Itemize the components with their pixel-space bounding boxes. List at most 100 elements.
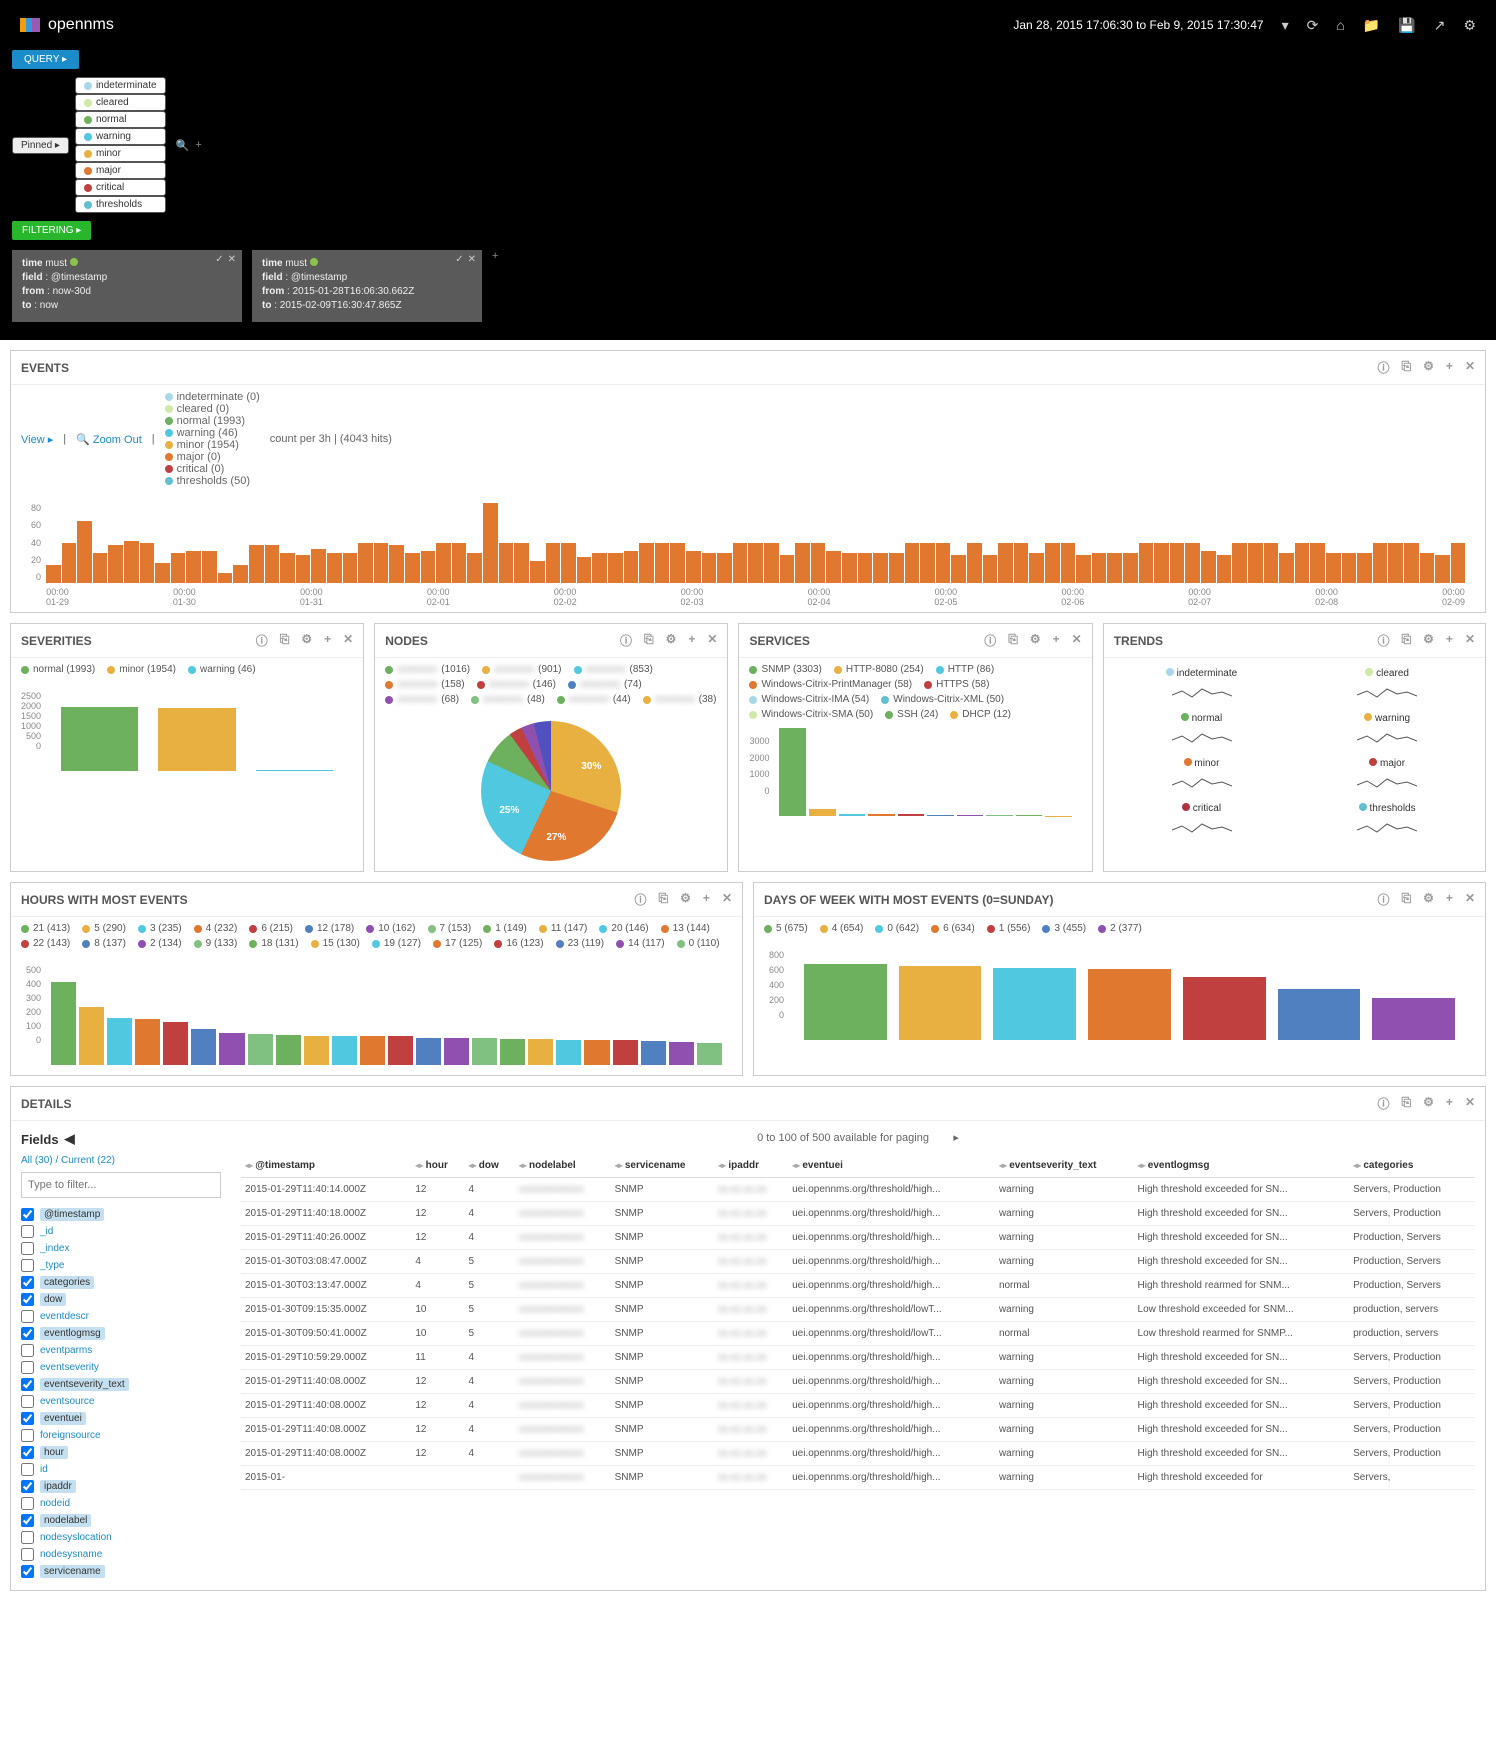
legend-item[interactable]: 1 (556) xyxy=(987,923,1031,934)
severity-pill-critical[interactable]: critical xyxy=(75,179,166,196)
legend-item[interactable]: Windows-Citrix-XML (50) xyxy=(881,694,1004,705)
close-icon[interactable]: ✕ xyxy=(722,891,732,908)
pinned-button[interactable]: Pinned ▸ xyxy=(12,137,69,154)
legend-item[interactable]: 1 (149) xyxy=(483,923,527,934)
info-icon[interactable]: ⓘ xyxy=(1378,632,1390,649)
field-item-nodesyslocation[interactable]: nodesyslocation xyxy=(21,1529,221,1546)
copy-icon[interactable]: ⎘ xyxy=(1402,359,1412,376)
time-range[interactable]: Jan 28, 2015 17:06:30 to Feb 9, 2015 17:… xyxy=(1013,18,1263,32)
legend-item[interactable]: xxxxxxxx (158) xyxy=(385,679,464,690)
legend-item[interactable]: 7 (153) xyxy=(428,923,472,934)
legend-item[interactable]: 21 (413) xyxy=(21,923,70,934)
legend-item[interactable]: 13 (144) xyxy=(661,923,710,934)
column-header-dow[interactable]: dow xyxy=(465,1154,515,1178)
gear-icon[interactable]: ⚙ xyxy=(1423,632,1434,649)
legend-item[interactable]: 22 (143) xyxy=(21,938,70,949)
legend-item[interactable]: 3 (235) xyxy=(138,923,182,934)
legend-item[interactable]: 20 (146) xyxy=(599,923,648,934)
legend-item[interactable]: 6 (215) xyxy=(249,923,293,934)
legend-item[interactable]: xxxxxxxx (146) xyxy=(477,679,556,690)
field-item-nodeid[interactable]: nodeid xyxy=(21,1495,221,1512)
legend-item[interactable]: 4 (232) xyxy=(194,923,238,934)
gear-icon[interactable]: ⚙ xyxy=(1463,17,1476,34)
field-checkbox[interactable] xyxy=(21,1293,34,1306)
filter-box[interactable]: ✓✕ time must field : @timestampfrom : 20… xyxy=(252,250,482,322)
next-page-icon[interactable]: ▸ xyxy=(953,1132,959,1144)
close-icon[interactable]: ✕ xyxy=(1465,1095,1475,1112)
field-checkbox[interactable] xyxy=(21,1327,34,1340)
field-item-eventsource[interactable]: eventsource xyxy=(21,1393,221,1410)
legend-item[interactable]: thresholds (50) xyxy=(165,475,260,487)
table-row[interactable]: 2015-01-29T11:40:08.000Z124 xxxxxxxxxxxx… xyxy=(241,1442,1475,1466)
legend-item[interactable]: 18 (131) xyxy=(249,938,298,949)
field-item-nodesysname[interactable]: nodesysname xyxy=(21,1546,221,1563)
field-item-_id[interactable]: _id xyxy=(21,1223,221,1240)
table-row[interactable]: 2015-01-30T09:50:41.000Z105 xxxxxxxxxxxx… xyxy=(241,1322,1475,1346)
table-row[interactable]: 2015-01-29T11:40:18.000Z124 xxxxxxxxxxxx… xyxy=(241,1202,1475,1226)
plus-icon[interactable]: + xyxy=(1446,891,1453,908)
legend-item[interactable]: 10 (162) xyxy=(366,923,415,934)
info-icon[interactable]: ⓘ xyxy=(635,891,647,908)
field-item-ipaddr[interactable]: ipaddr xyxy=(21,1478,221,1495)
field-checkbox[interactable] xyxy=(21,1276,34,1289)
legend-item[interactable]: xxxxxxxx (44) xyxy=(557,694,631,705)
field-item-foreignsource[interactable]: foreignsource xyxy=(21,1427,221,1444)
collapse-icon[interactable]: ◀ xyxy=(65,1131,75,1147)
legend-item[interactable]: 2 (134) xyxy=(138,938,182,949)
field-item-_index[interactable]: _index xyxy=(21,1240,221,1257)
field-checkbox[interactable] xyxy=(21,1514,34,1527)
field-checkbox[interactable] xyxy=(21,1548,34,1561)
plus-icon[interactable]: + xyxy=(703,891,710,908)
plus-icon[interactable]: + xyxy=(1446,359,1453,376)
table-row[interactable]: 2015-01-29T10:59:29.000Z114 xxxxxxxxxxxx… xyxy=(241,1346,1475,1370)
table-row[interactable]: 2015-01-29T11:40:14.000Z124 xxxxxxxxxxxx… xyxy=(241,1178,1475,1202)
copy-icon[interactable]: ⎘ xyxy=(1008,632,1018,649)
legend-item[interactable]: 5 (675) xyxy=(764,923,808,934)
column-header-eventlogmsg[interactable]: eventlogmsg xyxy=(1134,1154,1350,1178)
legend-item[interactable]: 0 (110) xyxy=(677,938,720,949)
check-icon[interactable]: ✓ xyxy=(215,254,223,265)
field-checkbox[interactable] xyxy=(21,1412,34,1425)
table-row[interactable]: 2015-01-30T09:15:35.000Z105 xxxxxxxxxxxx… xyxy=(241,1298,1475,1322)
zoom-out-link[interactable]: 🔍 Zoom Out xyxy=(76,433,142,446)
severity-pill-thresholds[interactable]: thresholds xyxy=(75,196,166,213)
field-checkbox[interactable] xyxy=(21,1361,34,1374)
close-icon[interactable]: ✕ xyxy=(1465,359,1475,376)
filtering-button[interactable]: FILTERING ▸ xyxy=(12,221,91,240)
field-item-eventparms[interactable]: eventparms xyxy=(21,1342,221,1359)
column-header-@timestamp[interactable]: @timestamp xyxy=(241,1154,411,1178)
column-header-nodelabel[interactable]: nodelabel xyxy=(515,1154,611,1178)
legend-item[interactable]: 0 (642) xyxy=(875,923,919,934)
gear-icon[interactable]: ⚙ xyxy=(666,632,677,649)
legend-item[interactable]: 23 (119) xyxy=(556,938,605,949)
legend-item[interactable]: critical (0) xyxy=(165,463,260,475)
info-icon[interactable]: ⓘ xyxy=(1378,359,1390,376)
field-checkbox[interactable] xyxy=(21,1208,34,1221)
legend-item[interactable]: 11 (147) xyxy=(539,923,588,934)
info-icon[interactable]: ⓘ xyxy=(1378,1095,1390,1112)
field-checkbox[interactable] xyxy=(21,1531,34,1544)
field-item-hour[interactable]: hour xyxy=(21,1444,221,1461)
field-checkbox[interactable] xyxy=(21,1259,34,1272)
info-icon[interactable]: ⓘ xyxy=(620,632,632,649)
plus-icon[interactable]: + xyxy=(324,632,331,649)
field-item-dow[interactable]: dow xyxy=(21,1291,221,1308)
field-item-eventdescr[interactable]: eventdescr xyxy=(21,1308,221,1325)
legend-item[interactable]: warning (46) xyxy=(188,664,256,675)
legend-item[interactable]: Windows-Citrix-IMA (54) xyxy=(749,694,869,705)
field-checkbox[interactable] xyxy=(21,1378,34,1391)
add-filter-icon[interactable]: + xyxy=(492,250,498,262)
legend-item[interactable]: HTTP (86) xyxy=(936,664,995,675)
close-icon[interactable]: ✕ xyxy=(343,632,353,649)
field-checkbox[interactable] xyxy=(21,1463,34,1476)
field-item-eventseverity[interactable]: eventseverity xyxy=(21,1359,221,1376)
legend-item[interactable]: 16 (123) xyxy=(494,938,543,949)
search-icon[interactable]: 🔍 xyxy=(176,139,190,152)
field-checkbox[interactable] xyxy=(21,1429,34,1442)
copy-icon[interactable]: ⎘ xyxy=(659,891,669,908)
legend-item[interactable]: Windows-Citrix-PrintManager (58) xyxy=(749,679,912,690)
close-icon[interactable]: ✕ xyxy=(1072,632,1082,649)
view-link[interactable]: View ▸ xyxy=(21,433,53,446)
close-icon[interactable]: ✕ xyxy=(228,254,236,265)
legend-item[interactable]: minor (1954) xyxy=(165,439,260,451)
